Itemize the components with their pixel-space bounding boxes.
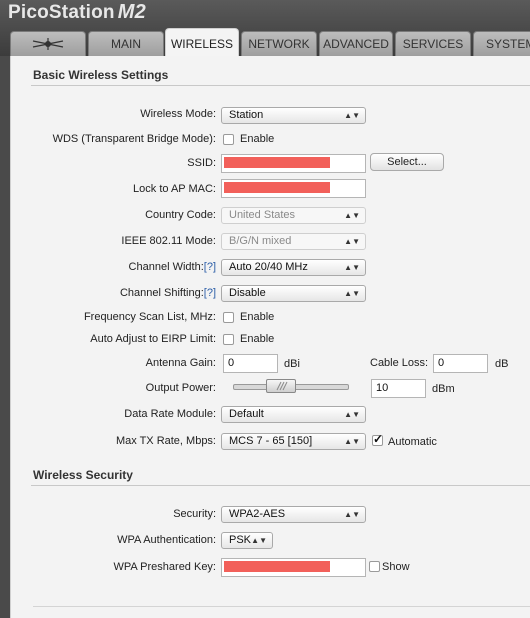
lock-ap-mac-input[interactable] bbox=[221, 179, 366, 198]
select-arrows-icon: ▲▼ bbox=[344, 211, 360, 220]
brand-logo: PicoStation M2 bbox=[8, 1, 146, 24]
country-code-value: United States bbox=[229, 209, 296, 221]
bottom-divider bbox=[33, 606, 530, 607]
channel-width-label-text: Channel Width: bbox=[128, 261, 204, 273]
freq-scan-checkbox[interactable] bbox=[223, 312, 234, 323]
ssid-label: SSID: bbox=[187, 157, 216, 169]
select-arrows-icon: ▲▼ bbox=[344, 237, 360, 246]
redacted-value bbox=[224, 157, 330, 168]
freq-scan-label: Frequency Scan List, MHz: bbox=[83, 311, 216, 323]
grip-icon bbox=[276, 381, 288, 391]
select-arrows-icon: ▲▼ bbox=[251, 536, 267, 545]
max-tx-rate-value: MCS 7 - 65 [150] bbox=[229, 435, 313, 447]
select-arrows-icon: ▲▼ bbox=[344, 263, 360, 272]
wpa-psk-input[interactable] bbox=[221, 558, 366, 577]
section-divider bbox=[31, 485, 530, 486]
settings-panel: Basic Wireless Settings Wireless Mode: S… bbox=[10, 56, 530, 618]
ieee-mode-select: B/G/N mixed ▲▼ bbox=[221, 233, 366, 250]
max-tx-automatic-checkbox[interactable] bbox=[372, 432, 383, 446]
output-power-input[interactable]: 10 bbox=[371, 379, 426, 398]
wireless-mode-select[interactable]: Station ▲▼ bbox=[221, 107, 366, 124]
security-value: WPA2-AES bbox=[229, 508, 286, 520]
output-power-slider-handle[interactable] bbox=[266, 379, 296, 393]
wds-label: WDS (Transparent Bridge Mode): bbox=[52, 133, 216, 145]
max-tx-automatic-label: Automatic bbox=[388, 436, 437, 448]
security-select[interactable]: WPA2-AES ▲▼ bbox=[221, 506, 366, 523]
tab-services[interactable]: SERVICES bbox=[395, 31, 471, 56]
auto-adjust-checkbox[interactable] bbox=[223, 334, 234, 345]
tab-system[interactable]: SYSTEM bbox=[473, 31, 530, 56]
max-tx-rate-label: Max TX Rate, Mbps: bbox=[115, 435, 216, 447]
antenna-gain-input[interactable]: 0 bbox=[223, 354, 278, 373]
ieee-mode-value: B/G/N mixed bbox=[229, 235, 292, 247]
auto-adjust-option-label: Enable bbox=[240, 333, 275, 345]
output-power-unit: dBm bbox=[432, 383, 455, 395]
channel-width-select[interactable]: Auto 20/40 MHz ▲▼ bbox=[221, 259, 366, 276]
brand-name: PicoStation bbox=[8, 2, 115, 23]
psk-show-label: Show bbox=[382, 561, 410, 573]
tab-wireless[interactable]: WIRELESS bbox=[165, 28, 239, 56]
section-title-basic: Basic Wireless Settings bbox=[33, 68, 169, 82]
top-bar: PicoStation M2 MAIN WIRELESS NETWORK ADVA… bbox=[0, 0, 530, 56]
country-code-label: Country Code: bbox=[145, 209, 216, 221]
channel-width-value: Auto 20/40 MHz bbox=[229, 261, 308, 273]
ieee-mode-label: IEEE 802.11 Mode: bbox=[121, 235, 216, 247]
tab-airos-logo[interactable] bbox=[10, 31, 86, 56]
tab-advanced[interactable]: ADVANCED bbox=[319, 31, 393, 56]
auto-adjust-label: Auto Adjust to EIRP Limit: bbox=[90, 333, 216, 345]
output-power-label: Output Power: bbox=[145, 382, 216, 394]
select-arrows-icon: ▲▼ bbox=[344, 510, 360, 519]
channel-width-help-link[interactable]: [?] bbox=[204, 261, 216, 273]
country-code-select: United States ▲▼ bbox=[221, 207, 366, 224]
section-divider bbox=[31, 85, 530, 86]
redacted-value bbox=[224, 561, 330, 572]
redacted-value bbox=[224, 182, 330, 193]
channel-shifting-help-link[interactable]: [?] bbox=[204, 287, 216, 299]
channel-shifting-label: Channel Shifting:[?] bbox=[120, 287, 216, 299]
max-tx-rate-select[interactable]: MCS 7 - 65 [150] ▲▼ bbox=[221, 433, 366, 450]
channel-shifting-label-text: Channel Shifting: bbox=[119, 287, 204, 299]
wireless-mode-label: Wireless Mode: bbox=[140, 108, 216, 120]
brand-model: M2 bbox=[117, 1, 146, 23]
wpa-psk-label: WPA Preshared Key: bbox=[113, 561, 216, 573]
section-title-security: Wireless Security bbox=[33, 468, 133, 482]
select-arrows-icon: ▲▼ bbox=[344, 437, 360, 446]
channel-shifting-select[interactable]: Disable ▲▼ bbox=[221, 285, 366, 302]
wds-checkbox[interactable] bbox=[223, 134, 234, 145]
data-rate-label: Data Rate Module: bbox=[124, 408, 216, 420]
data-rate-select[interactable]: Default ▲▼ bbox=[221, 406, 366, 423]
select-arrows-icon: ▲▼ bbox=[344, 111, 360, 120]
wpa-auth-label: WPA Authentication: bbox=[117, 534, 216, 546]
security-label: Security: bbox=[173, 508, 216, 520]
wpa-auth-select[interactable]: PSK ▲▼ bbox=[221, 532, 273, 549]
channel-width-label: Channel Width:[?] bbox=[129, 261, 216, 273]
ssid-input[interactable] bbox=[221, 154, 366, 173]
data-rate-value: Default bbox=[229, 408, 264, 420]
select-arrows-icon: ▲▼ bbox=[344, 289, 360, 298]
wds-option-label: Enable bbox=[240, 133, 275, 145]
cable-loss-label: Cable Loss: bbox=[370, 357, 429, 369]
channel-shifting-value: Disable bbox=[229, 287, 266, 299]
ssid-select-button[interactable]: Select... bbox=[370, 153, 444, 171]
wireless-mode-value: Station bbox=[229, 109, 264, 121]
cable-loss-input[interactable]: 0 bbox=[433, 354, 488, 373]
antenna-gain-label: Antenna Gain: bbox=[145, 357, 216, 369]
select-arrows-icon: ▲▼ bbox=[344, 410, 360, 419]
lock-ap-mac-label: Lock to AP MAC: bbox=[133, 183, 216, 195]
cable-loss-unit: dB bbox=[495, 358, 509, 370]
wpa-auth-value: PSK bbox=[229, 534, 252, 546]
ubiquiti-logo-icon bbox=[32, 38, 64, 50]
antenna-gain-unit: dBi bbox=[284, 358, 300, 370]
tab-main[interactable]: MAIN bbox=[88, 31, 164, 56]
tab-network[interactable]: NETWORK bbox=[241, 31, 317, 56]
psk-show-checkbox[interactable] bbox=[369, 561, 380, 572]
freq-scan-option-label: Enable bbox=[240, 311, 275, 323]
